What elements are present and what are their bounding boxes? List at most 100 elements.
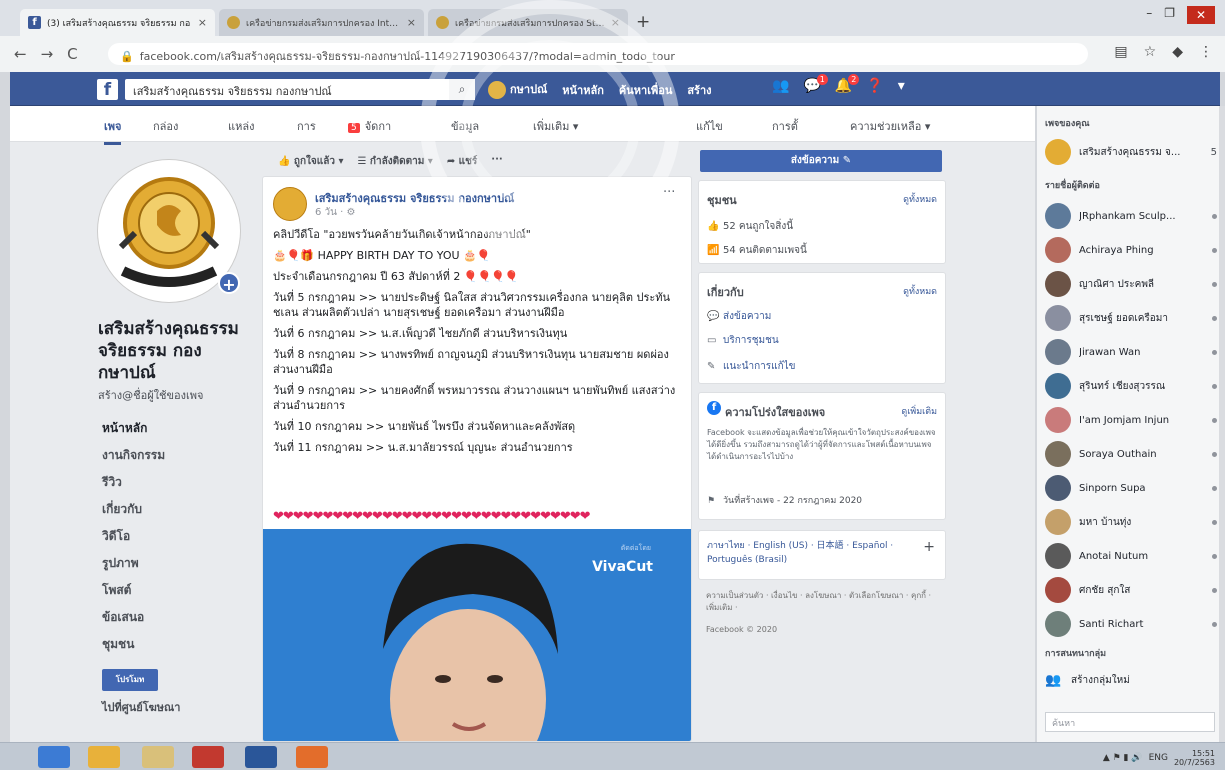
reload-button[interactable]: C (67, 45, 77, 63)
close-window-button[interactable]: ✕ (1187, 6, 1215, 24)
contact-row[interactable]: JRphankam Sculp... (1045, 202, 1217, 230)
tab-close-icon[interactable]: × (611, 16, 620, 29)
about-send-message[interactable]: 💬 ส่งข้อความ (707, 309, 771, 324)
chrome-icon[interactable] (88, 746, 120, 768)
back-button[interactable]: ← (14, 45, 27, 63)
go-to-ad-center-link[interactable]: ไปที่ศูนย์โฆษณา (102, 698, 180, 716)
search-icon[interactable]: ⌕ (449, 79, 475, 100)
post-options-icon[interactable]: ··· (663, 185, 675, 200)
browser-tab-1[interactable]: f (3) เสริมสร้างคุณธรรม จริยธรรม กอ × (20, 9, 215, 36)
tab-help[interactable]: ความช่วยเหลือ ▾ (850, 117, 930, 135)
bookmark-star-icon[interactable]: ☆ (1144, 44, 1157, 60)
word-icon[interactable] (245, 746, 277, 768)
ie-icon[interactable] (38, 746, 70, 768)
left-nav-reviews[interactable]: รีวิว (102, 469, 242, 496)
tab-resources[interactable]: แหล่ง (228, 117, 254, 135)
url-field[interactable]: 🔒 facebook.com/เสริมสร้างคุณธรรม-จริยธรรม… (108, 43, 1088, 65)
media-player-icon[interactable] (296, 746, 328, 768)
tab-notifications[interactable]: การ (297, 117, 316, 135)
add-photo-plus-icon[interactable]: + (218, 272, 240, 294)
post-video[interactable]: ตัดต่อโดย VivaCut (263, 529, 691, 741)
contact-row[interactable]: Jirawan Wan (1045, 338, 1217, 366)
explorer-icon[interactable] (142, 746, 174, 768)
messenger-icon[interactable]: 💬 1 (803, 74, 828, 94)
left-nav-posts[interactable]: โพสต์ (102, 577, 242, 604)
contact-name: ญาณิศา ประคพลี (1079, 278, 1155, 290)
page-scrollbar[interactable] (1219, 106, 1225, 742)
post-timestamp[interactable]: 6 วัน · ⚙ (315, 205, 356, 220)
quick-help-icon[interactable]: ❓ (866, 78, 883, 94)
minimize-button[interactable]: – (1146, 6, 1152, 24)
about-community-services[interactable]: ▭ บริการชุมชน (707, 333, 779, 348)
share-button[interactable]: ➦ แชร์ (447, 154, 477, 169)
tab-close-icon[interactable]: × (198, 16, 207, 29)
add-language-button[interactable]: + (923, 539, 935, 555)
tab-close-icon[interactable]: × (407, 16, 416, 29)
transparency-title: ความโปร่งใสของเพจ (725, 406, 826, 419)
create-username-link[interactable]: สร้าง@ชื่อผู้ใช้ของเพจ (98, 386, 203, 404)
tab-edit[interactable]: แก้ไข (696, 117, 723, 135)
left-nav-home[interactable]: หน้าหลัก (102, 415, 242, 442)
language-links[interactable]: ภาษาไทย · English (US) · 日本語 · Español ·… (707, 539, 927, 567)
tab-inbox[interactable]: กล่อง (153, 117, 178, 135)
liked-button[interactable]: 👍 ถูกใจแล้ว ▾ (278, 154, 343, 169)
contact-row[interactable]: Anotai Nutum (1045, 542, 1217, 570)
tab-page[interactable]: เพจ (104, 117, 122, 145)
tab-more[interactable]: เพิ่มเติม ▾ (533, 117, 578, 135)
tab-manage[interactable]: 5 จัดกา (348, 117, 391, 135)
promote-button[interactable]: โปรโมท (102, 669, 158, 691)
contact-name: ศกชัย สุกใส (1079, 584, 1131, 596)
tab-info[interactable]: ข้อมูล (451, 117, 479, 135)
about-suggest-edits[interactable]: ✎ แนะนำการแก้ไข (707, 359, 796, 374)
left-nav-events[interactable]: งานกิจกรรม (102, 442, 242, 469)
contact-row[interactable]: ญาณิศา ประคพลี (1045, 270, 1217, 298)
footer-links[interactable]: ความเป็นส่วนตัว · เงื่อนไข · ลงโฆษณา · ต… (706, 590, 942, 614)
reader-icon[interactable]: ▤ (1114, 44, 1127, 60)
more-actions-button[interactable]: ··· (491, 154, 502, 169)
new-tab-button[interactable]: + (636, 12, 650, 32)
maximize-button[interactable]: ❐ (1164, 6, 1175, 24)
contact-row[interactable]: I'am Jomjam Injun (1045, 406, 1217, 434)
left-nav-offers[interactable]: ข้อเสนอ (102, 604, 242, 631)
tray-icons[interactable]: ▲ ⚑ ▮ 🔊 (1103, 753, 1143, 763)
left-nav-about[interactable]: เกี่ยวกับ (102, 496, 242, 523)
nav-profile[interactable]: กษาปณ์ (488, 80, 547, 99)
contact-row[interactable]: สุรินทร์ เชียงสุวรรณ (1045, 372, 1217, 400)
nav-home[interactable]: หน้าหลัก (562, 81, 604, 99)
following-button[interactable]: ☰ กำลังติดตาม ▾ (357, 154, 432, 169)
app-icon[interactable] (192, 746, 224, 768)
my-page-row[interactable]: เสริมสร้างคุณธรรม จ... 5 (1045, 138, 1217, 166)
contact-row[interactable]: สุรเชษฐ์ ยอดเครือมา (1045, 304, 1217, 332)
about-see-all-link[interactable]: ดูทั้งหมด (903, 284, 937, 298)
facebook-logo-icon[interactable]: f (97, 79, 118, 100)
nav-find-friends[interactable]: ค้นหาเพื่อน (619, 81, 672, 99)
tab-settings[interactable]: การตั้ (772, 117, 798, 135)
browser-tab-2[interactable]: เครือข่ายกรมส่งเสริมการปกครอง Intranet × (219, 9, 424, 36)
left-nav-community[interactable]: ชุมชน (102, 631, 242, 658)
input-language[interactable]: ENG (1149, 753, 1168, 763)
chat-search-input[interactable]: ค้นหา (1045, 712, 1215, 732)
create-group-row[interactable]: 👥 สร้างกลุ่มใหม่ (1045, 666, 1217, 694)
extension-icon[interactable]: ◆ (1172, 44, 1183, 60)
community-see-all-link[interactable]: ดูทั้งหมด (903, 192, 937, 206)
contact-row[interactable]: Santi Richart (1045, 610, 1217, 638)
nav-create[interactable]: สร้าง (687, 81, 711, 99)
browser-tab-3[interactable]: เครือข่ายกรมส่งเสริมการปกครอง Staff & × (428, 9, 628, 36)
forward-button[interactable]: → (41, 45, 54, 63)
account-dropdown-icon[interactable]: ▾ (898, 78, 905, 94)
contact-row[interactable]: Achiraya Phing (1045, 236, 1217, 264)
clock[interactable]: 15:51 20/7/2563 (1174, 749, 1215, 767)
menu-dots-icon[interactable]: ⋮ (1199, 44, 1213, 60)
notifications-icon[interactable]: 🔔 2 (835, 74, 860, 94)
left-nav-photos[interactable]: รูปภาพ (102, 550, 242, 577)
send-message-button[interactable]: ส่งข้อความ ✎ (700, 150, 942, 172)
facebook-search-input[interactable]: เสริมสร้างคุณธรรม จริยธรรม กองกษาปณ์ ⌕ (125, 79, 475, 100)
friends-icon[interactable]: 👥 (772, 78, 789, 94)
contact-row[interactable]: Soraya Outhain (1045, 440, 1217, 468)
left-nav-videos[interactable]: วิดีโอ (102, 523, 242, 550)
contact-row[interactable]: ศกชัย สุกใส (1045, 576, 1217, 604)
post-author-avatar[interactable] (273, 187, 307, 221)
contact-row[interactable]: มหา บ้านทุ่ง (1045, 508, 1217, 536)
contact-row[interactable]: Sinporn Supa (1045, 474, 1217, 502)
transparency-see-more-link[interactable]: ดูเพิ่มเติม (901, 404, 937, 418)
